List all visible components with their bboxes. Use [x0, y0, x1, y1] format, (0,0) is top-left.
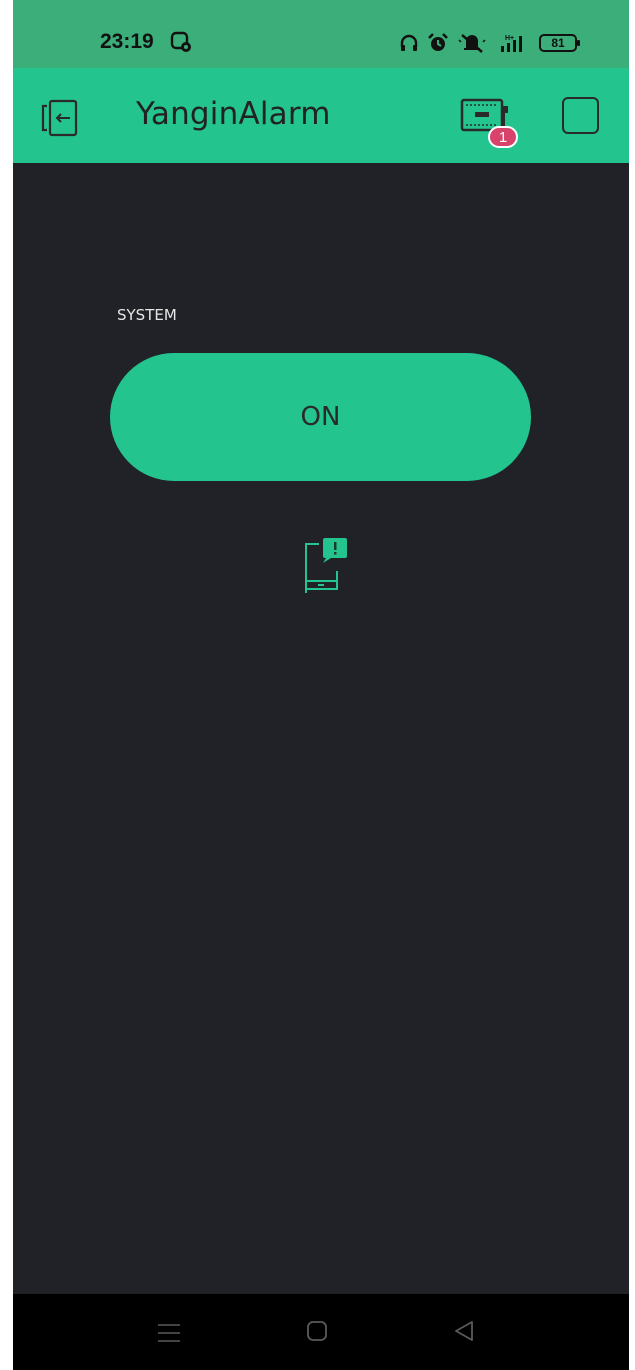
- headphones-icon: [400, 34, 418, 51]
- system-toggle-button[interactable]: ON: [110, 353, 531, 481]
- app-header: YanginAlarm 1: [13, 68, 629, 163]
- alarm-icon: [428, 33, 448, 51]
- status-time: 23:19: [100, 30, 154, 53]
- exit-icon[interactable]: [39, 96, 83, 140]
- device-count-badge: 1: [488, 126, 518, 148]
- square-icon[interactable]: [562, 97, 599, 134]
- status-bar: 23:19 H+ 81: [13, 0, 629, 68]
- menu-icon[interactable]: [156, 1321, 182, 1345]
- page-title: YanginAlarm: [136, 96, 331, 132]
- status-icons: H+ 81: [399, 30, 580, 56]
- app-screen: 23:19 H+ 81 YanginAlarm 1 SYSTEM ON: [13, 0, 629, 1370]
- signal-icon: H+: [501, 35, 522, 52]
- system-label: SYSTEM: [117, 306, 177, 324]
- home-icon[interactable]: [305, 1319, 329, 1343]
- battery-icon: 81: [539, 34, 580, 52]
- svg-text:H+: H+: [505, 35, 514, 42]
- mute-icon: [458, 34, 486, 53]
- screen-record-icon: [170, 31, 191, 52]
- phone-notification-icon[interactable]: [301, 537, 351, 593]
- navigation-bar: [13, 1294, 629, 1370]
- dashboard-canvas: SYSTEM ON: [13, 163, 629, 1294]
- back-icon[interactable]: [452, 1319, 476, 1343]
